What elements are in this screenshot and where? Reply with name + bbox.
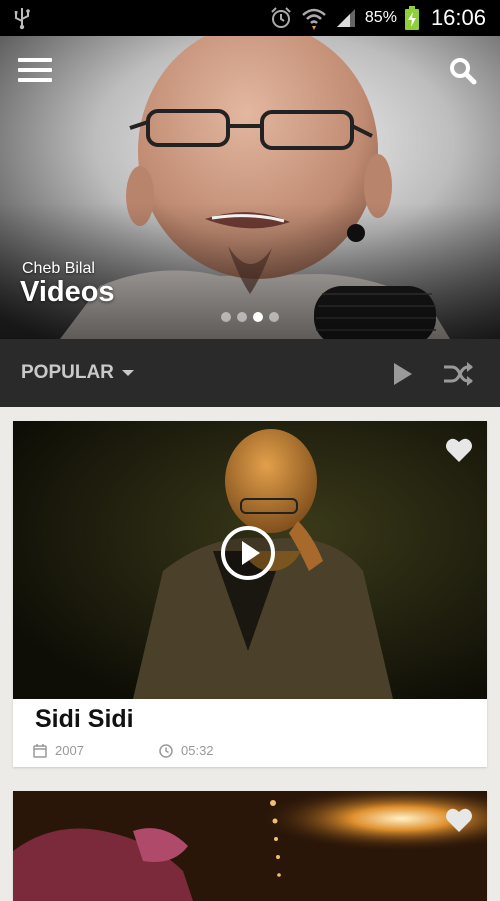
battery-charging-icon xyxy=(404,6,419,30)
video-card[interactable]: Sidi Sidi 2007 05:32 xyxy=(13,421,487,767)
wifi-icon xyxy=(302,8,326,30)
alarm-icon xyxy=(271,7,291,28)
sort-label: POPULAR xyxy=(21,362,114,383)
menu-bar xyxy=(18,68,52,72)
carousel-dot[interactable] xyxy=(221,312,231,322)
usb-icon xyxy=(14,8,30,30)
caret-down-icon xyxy=(121,370,134,376)
status-bar: 85% 16:06 xyxy=(0,0,500,36)
carousel-indicator xyxy=(221,312,279,322)
calendar-icon xyxy=(33,743,47,758)
hero-banner[interactable]: Cheb Bilal Videos xyxy=(0,36,500,339)
sort-dropdown[interactable]: POPULAR xyxy=(21,339,134,407)
shuffle-icon[interactable] xyxy=(442,361,474,387)
signal-icon xyxy=(336,9,355,27)
hero-title: Videos xyxy=(20,276,115,308)
carousel-dot[interactable] xyxy=(237,312,247,322)
video-duration: 05:32 xyxy=(159,743,214,758)
clock: 16:06 xyxy=(430,5,486,30)
video-duration-text: 05:32 xyxy=(181,743,214,758)
video-year-text: 2007 xyxy=(55,743,84,758)
video-card[interactable] xyxy=(13,791,487,901)
battery-percent: 85% xyxy=(364,9,397,26)
menu-bar xyxy=(18,58,52,62)
play-all-icon[interactable] xyxy=(390,361,414,387)
heart-icon[interactable] xyxy=(445,437,473,463)
video-thumbnail[interactable] xyxy=(13,421,487,699)
video-title: Sidi Sidi xyxy=(35,705,134,733)
carousel-dot[interactable] xyxy=(269,312,279,322)
carousel-dot-active[interactable] xyxy=(253,312,263,322)
video-thumbnail[interactable] xyxy=(13,791,487,901)
clock-icon xyxy=(159,743,173,758)
filter-bar: POPULAR xyxy=(0,339,500,407)
menu-bar xyxy=(18,78,52,82)
play-circle-icon[interactable] xyxy=(220,525,276,581)
heart-icon[interactable] xyxy=(445,807,473,833)
video-year: 2007 xyxy=(33,743,84,758)
search-icon[interactable] xyxy=(448,56,478,86)
video-thumbnail-image xyxy=(13,791,487,901)
menu-button[interactable] xyxy=(18,58,54,84)
